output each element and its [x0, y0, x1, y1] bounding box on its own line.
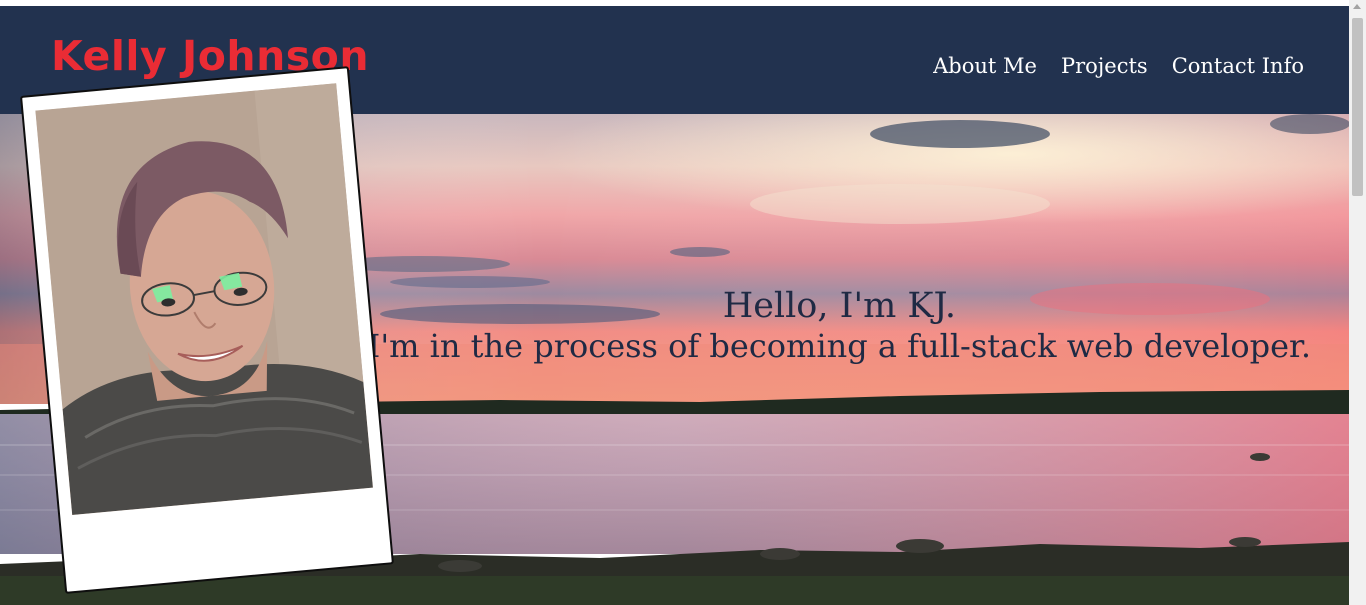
page: Kelly Johnson About Me Projects Contact … [0, 6, 1349, 605]
browser-viewport: Kelly Johnson About Me Projects Contact … [0, 0, 1366, 605]
scrollbar-thumb[interactable] [1352, 18, 1363, 196]
hero-tagline: I'm in the process of becoming a full-st… [367, 327, 1311, 365]
hero-text: Hello, I'm KJ. I'm in the process of bec… [368, 286, 1311, 366]
profile-photo [35, 83, 373, 515]
hero-greeting: Hello, I'm KJ. [722, 286, 956, 326]
scroll-up-arrow-icon[interactable] [1353, 4, 1361, 9]
nav-link-contact-info[interactable]: Contact Info [1172, 56, 1304, 77]
nav-links: About Me Projects Contact Info [933, 56, 1304, 77]
profile-photo-frame [20, 66, 394, 594]
profile-photo-image [35, 83, 373, 515]
nav-link-projects[interactable]: Projects [1061, 56, 1148, 77]
vertical-scrollbar[interactable] [1349, 0, 1366, 605]
nav-link-about-me[interactable]: About Me [933, 56, 1037, 77]
